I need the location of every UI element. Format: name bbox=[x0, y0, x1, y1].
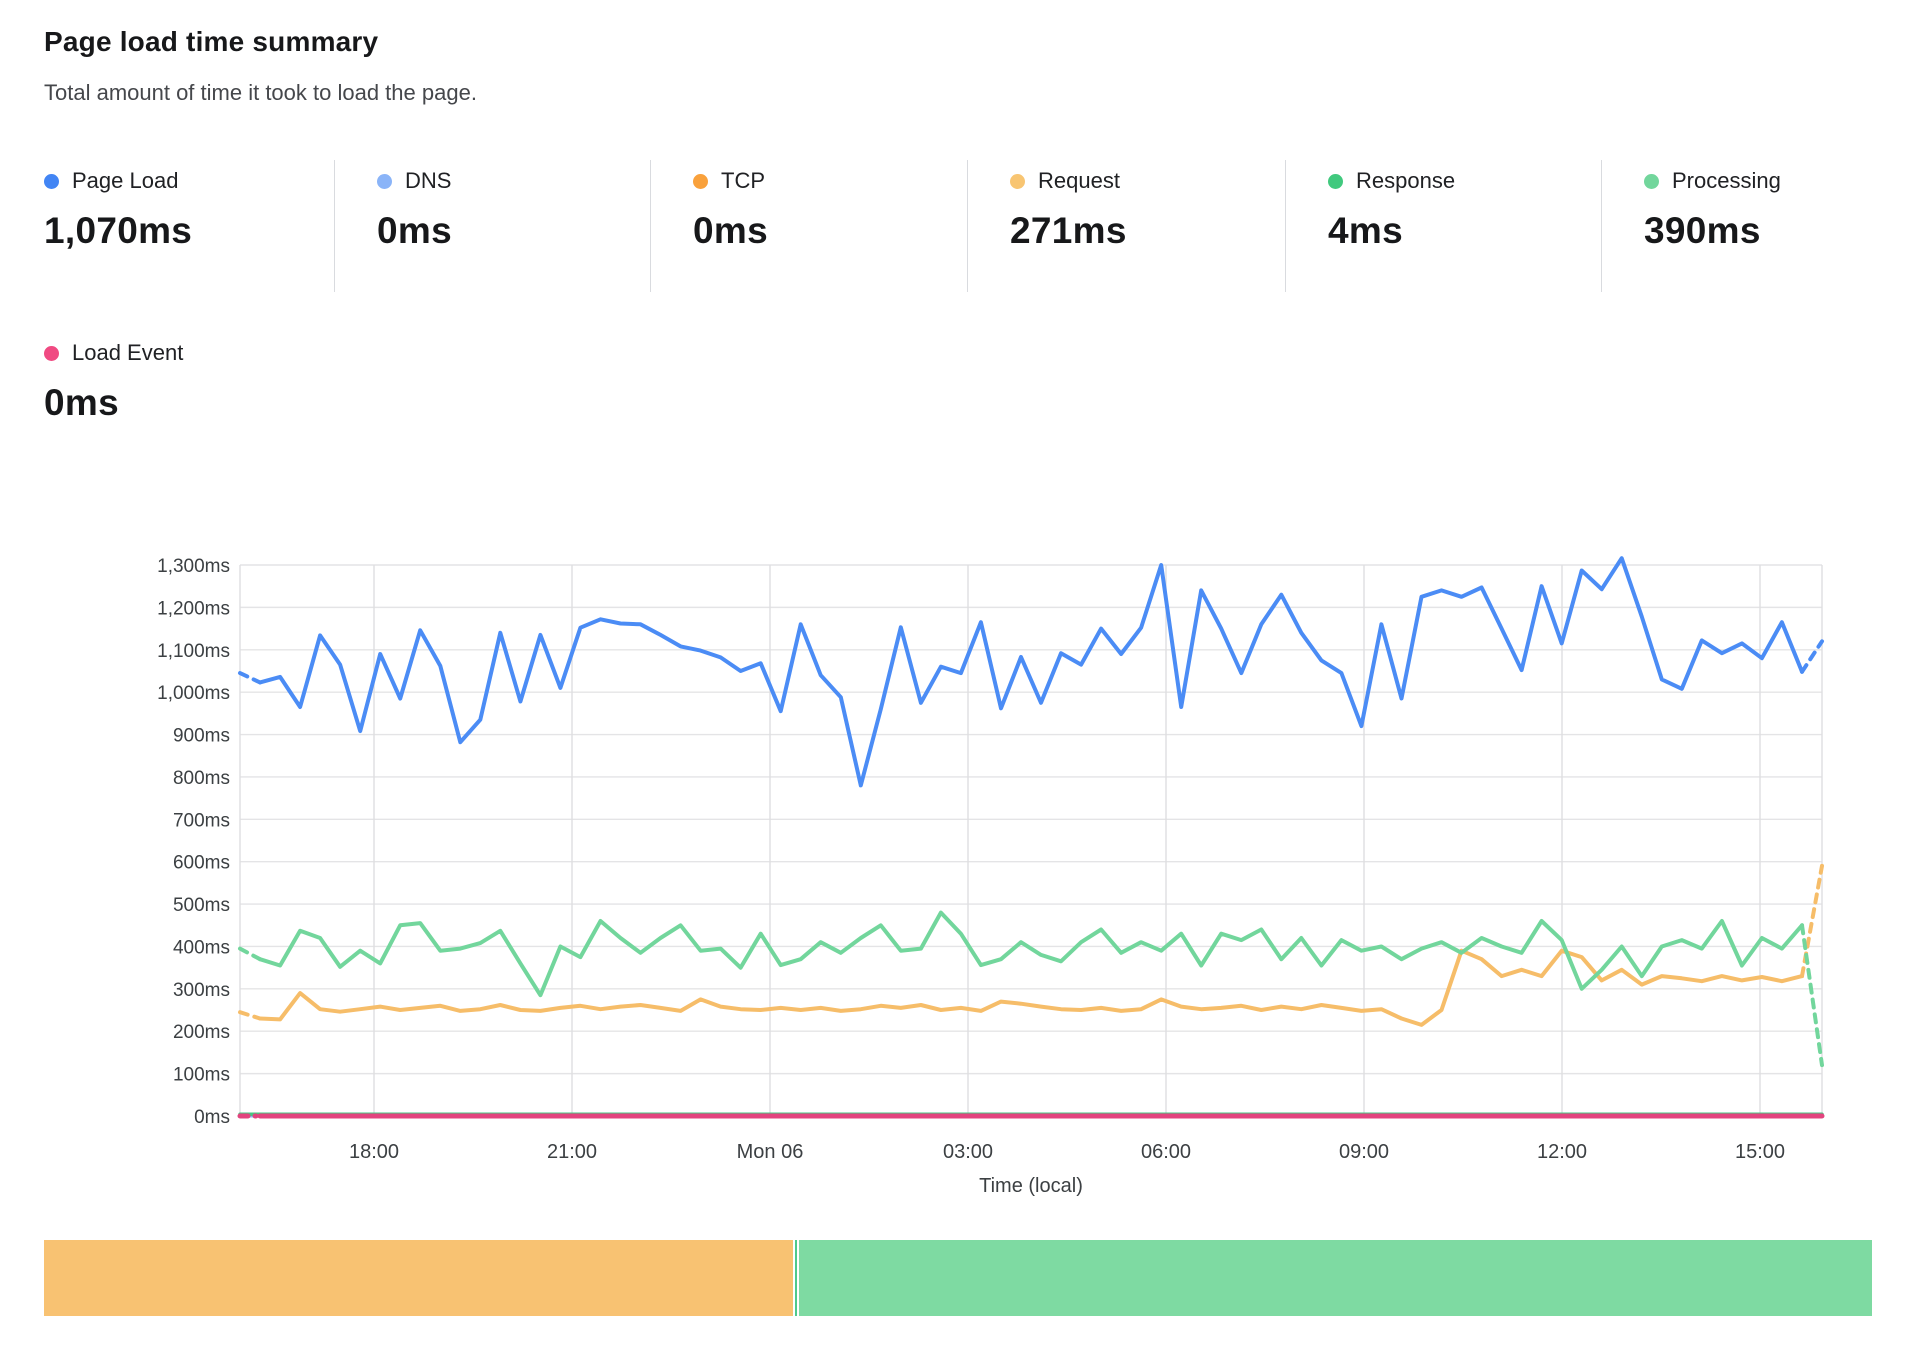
y-axis-tick-label: 100ms bbox=[173, 1065, 230, 1086]
processing-segment[interactable] bbox=[799, 1240, 1872, 1316]
y-axis-tick-label: 0ms bbox=[194, 1107, 230, 1128]
y-axis-tick-label: 300ms bbox=[173, 980, 230, 1001]
y-axis-tick-label: 800ms bbox=[173, 768, 230, 789]
y-axis-tick-label: 200ms bbox=[173, 1022, 230, 1043]
y-axis-tick-label: 500ms bbox=[173, 895, 230, 916]
request-segment[interactable] bbox=[44, 1240, 793, 1316]
page-load-line-dashed[interactable] bbox=[240, 673, 260, 682]
page-load-line-dashed[interactable] bbox=[1802, 641, 1822, 672]
x-axis-tick-label: 12:00 bbox=[1537, 1141, 1587, 1163]
request-line-dashed[interactable] bbox=[240, 1012, 260, 1018]
x-axis-tick-label: 09:00 bbox=[1339, 1141, 1389, 1163]
x-axis-tick-label: 18:00 bbox=[349, 1141, 399, 1163]
y-axis-tick-label: 400ms bbox=[173, 937, 230, 958]
x-axis-tick-label: Mon 06 bbox=[737, 1141, 804, 1163]
y-axis-tick-label: 600ms bbox=[173, 853, 230, 874]
y-axis-tick-label: 1,000ms bbox=[157, 683, 230, 704]
page-load-time-chart[interactable]: 0ms 100ms 200ms 300ms 400ms 500ms 600ms 700ms 80… bbox=[0, 0, 1910, 1352]
y-axis-tick-label: 1,100ms bbox=[157, 641, 230, 662]
y-axis-tick-label: 700ms bbox=[173, 810, 230, 831]
x-axis-tick-label: 03:00 bbox=[943, 1141, 993, 1163]
y-axis-tick-label: 1,200ms bbox=[157, 598, 230, 619]
x-axis-tick-label: 21:00 bbox=[547, 1141, 597, 1163]
page-load-line[interactable] bbox=[260, 558, 1802, 785]
processing-line-dashed[interactable] bbox=[240, 949, 260, 960]
x-axis-title: Time (local) bbox=[979, 1175, 1083, 1197]
timeline-distribution-bar[interactable] bbox=[44, 1240, 1878, 1316]
page-load-summary-panel: Page load time summary Total amount of t… bbox=[0, 0, 1910, 1352]
x-axis-tick-label: 15:00 bbox=[1735, 1141, 1785, 1163]
y-axis-tick-label: 900ms bbox=[173, 726, 230, 747]
x-axis-tick-label: 06:00 bbox=[1141, 1141, 1191, 1163]
y-axis-tick-label: 1,300ms bbox=[157, 556, 230, 577]
